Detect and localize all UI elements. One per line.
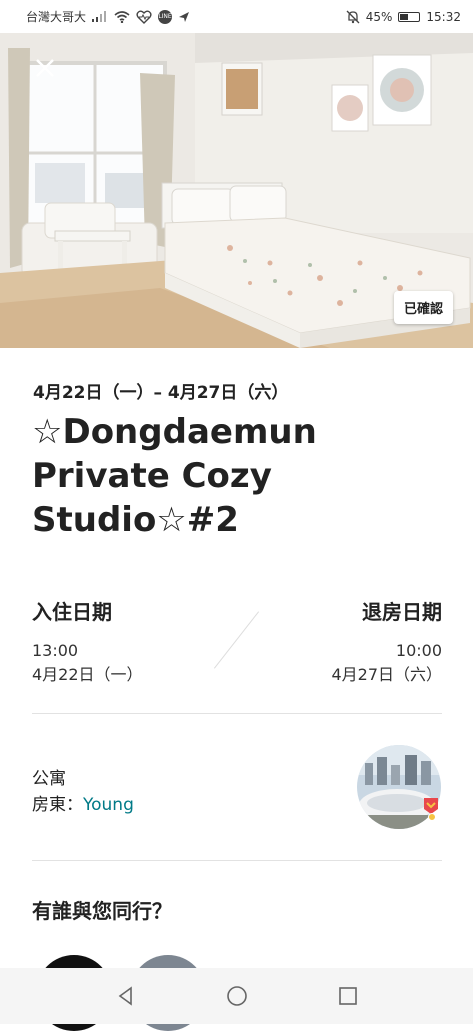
- section-divider: [32, 713, 442, 714]
- heart-monitor-icon: [136, 10, 152, 24]
- battery-level: [400, 13, 409, 20]
- home-icon: [226, 986, 247, 1006]
- property-type: 公寓: [32, 769, 66, 789]
- checkin-section: 入住日期 13:00 4月22日（一）: [32, 596, 143, 687]
- clock: 15:32: [426, 9, 461, 24]
- checkin-label: 入住日期: [32, 600, 112, 624]
- mute-icon: [346, 10, 360, 23]
- recents-button[interactable]: [328, 976, 368, 1016]
- line-app-icon: LINE: [158, 9, 173, 24]
- host-name-link[interactable]: Young: [83, 795, 134, 815]
- host-label: 房東：: [32, 795, 83, 815]
- close-button[interactable]: [30, 55, 60, 85]
- signal-icon: [92, 11, 107, 22]
- section-divider: [32, 860, 442, 861]
- checkin-checkout-divider: [213, 611, 260, 669]
- wifi-icon: [114, 10, 130, 23]
- trip-date-range: 4月22日（一）– 4月27日（六）: [33, 383, 289, 403]
- close-icon: [36, 59, 54, 77]
- superhost-badge-icon: [424, 798, 438, 821]
- host-line: 房東：Young: [32, 790, 134, 815]
- battery-percent: 45%: [365, 9, 393, 24]
- verified-badge: 已確認: [393, 291, 453, 324]
- checkout-section: 退房日期 10:00 4月27日（六）: [331, 596, 442, 687]
- checkout-date: 4月27日（六）: [331, 665, 442, 684]
- home-button[interactable]: [217, 976, 257, 1016]
- status-bar-left: 台灣大哥大 LINE: [26, 8, 190, 25]
- send-icon: [179, 11, 190, 22]
- recents-icon: [338, 987, 357, 1005]
- checkin-time: 13:00: [32, 641, 79, 660]
- companions-heading: 有誰與您同行？: [32, 899, 172, 923]
- battery-icon: [398, 11, 421, 22]
- status-bar-right: 45% 15:32: [346, 10, 461, 24]
- carrier-label: 台灣大哥大: [26, 10, 87, 24]
- checkin-date: 4月22日（一）: [32, 665, 143, 684]
- checkout-label: 退房日期: [362, 600, 442, 624]
- checkout-time: 10:00: [395, 641, 442, 660]
- back-button[interactable]: [106, 976, 146, 1016]
- status-bar: 台灣大哥大 LINE 45% 15:32: [0, 0, 473, 33]
- system-nav-bar: [0, 968, 473, 1024]
- listing-title: ☆Dongdaemun Private Cozy Studio☆#2: [32, 412, 317, 540]
- back-icon: [118, 986, 132, 1006]
- listing-photo[interactable]: 已確認: [0, 33, 473, 348]
